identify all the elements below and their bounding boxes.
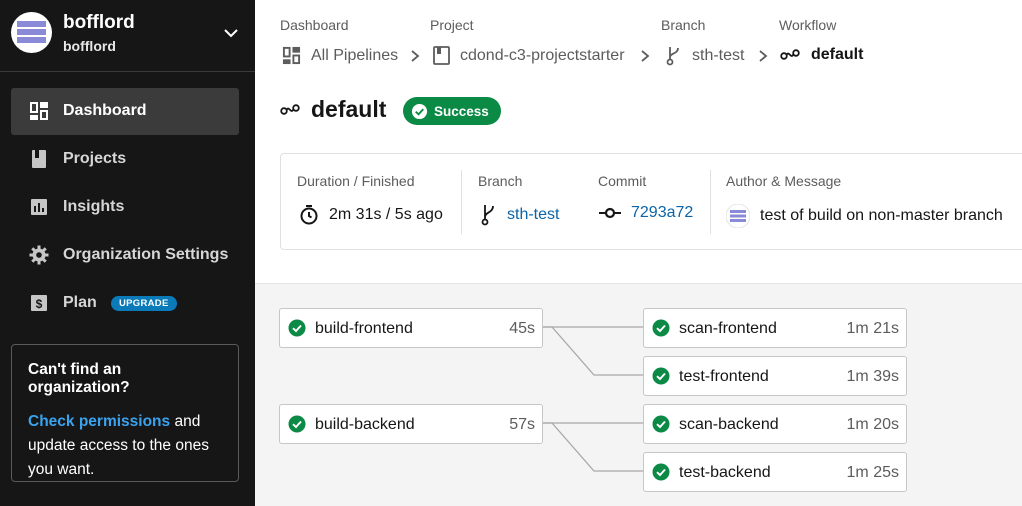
breadcrumb-branch[interactable]: sth-test (666, 46, 744, 66)
org-help-box: Can't find an organization? Check permis… (11, 344, 239, 482)
branch-value: sth-test (481, 204, 559, 226)
upgrade-badge[interactable]: UPGRADE (111, 296, 177, 311)
duration-label: Duration / Finished (297, 173, 415, 189)
check-permissions-link[interactable]: Check permissions (28, 413, 170, 430)
status-badge: Success (403, 97, 501, 125)
chevron-right-icon (641, 50, 650, 62)
breadcrumb-item-label: All Pipelines (311, 46, 399, 64)
job-duration: 1m 25s (846, 464, 899, 481)
commit-section: Commit 7293a72 (581, 154, 711, 249)
job-test-backend[interactable]: test-backend 1m 25s (643, 452, 907, 492)
job-duration: 1m 21s (846, 320, 899, 337)
org-switcher[interactable]: bofflord bofflord (0, 0, 255, 72)
check-circle-icon (652, 319, 670, 337)
breadcrumb-workflow: default (780, 46, 863, 64)
job-name: scan-backend (679, 416, 779, 433)
workflow-icon (280, 103, 300, 115)
breadcrumb-project[interactable]: cdond-c3-projectstarter (433, 46, 625, 65)
breadcrumb-item-label: cdond-c3-projectstarter (460, 46, 625, 64)
workflow-graph: build-frontend 45s build-backend 57s sca… (255, 283, 1022, 506)
org-help-title: Can't find an organization? (28, 361, 130, 396)
job-name: test-frontend (679, 368, 769, 385)
job-name: scan-frontend (679, 320, 777, 337)
check-circle-icon (288, 415, 306, 433)
job-build-backend[interactable]: build-backend 57s (279, 404, 543, 444)
check-circle-icon (652, 463, 670, 481)
job-build-frontend[interactable]: build-frontend 45s (279, 308, 543, 348)
job-duration: 57s (509, 416, 535, 433)
workflow-summary: Duration / Finished 2m 31s / 5s ago Bran… (280, 153, 1022, 250)
avatar (726, 204, 750, 228)
dashboard-icon (30, 102, 48, 120)
sidebar-item-label: Insights (63, 198, 125, 215)
chevron-down-icon[interactable] (222, 24, 240, 42)
dashboard-icon (282, 46, 301, 65)
author-label: Author & Message (726, 173, 842, 189)
org-name: bofflord (63, 12, 135, 33)
sidebar-item-label: Organization Settings (63, 246, 229, 263)
gear-icon (29, 245, 49, 265)
workflow-title: default (311, 96, 387, 122)
insights-icon (31, 199, 47, 215)
sidebar: bofflord bofflord Dashboard Projects Ins… (0, 0, 255, 506)
duration-text: 2m 31s / 5s ago (329, 205, 443, 223)
author-value: test of build on non-master branch (726, 204, 1003, 228)
branch-icon (481, 205, 494, 226)
sidebar-item-label: Dashboard (63, 102, 147, 119)
sidebar-item-dashboard[interactable]: Dashboard (11, 88, 239, 135)
org-help-text: Check permissions and update access to t… (28, 410, 222, 482)
sidebar-item-label: Plan (63, 294, 97, 311)
branch-label: Branch (478, 173, 523, 189)
branch-section: Branch sth-test (462, 154, 580, 249)
job-duration: 1m 39s (846, 368, 899, 385)
breadcrumb-all-pipelines[interactable]: All Pipelines (282, 46, 398, 65)
svg-text:$: $ (36, 297, 43, 311)
workflow-icon (780, 49, 800, 60)
org-avatar (11, 12, 52, 53)
commit-label: Commit (598, 173, 647, 189)
chevron-right-icon (411, 50, 420, 62)
job-scan-frontend[interactable]: scan-frontend 1m 21s (643, 308, 907, 348)
duration-value: 2m 31s / 5s ago (299, 204, 443, 225)
job-duration: 1m 20s (846, 416, 899, 433)
author-section: Author & Message test of build on non-ma… (711, 154, 1022, 249)
status-text: Success (434, 103, 489, 119)
commit-icon (599, 207, 621, 219)
projects-icon (32, 150, 46, 168)
job-name: build-backend (315, 416, 415, 433)
breadcrumb-item-label: sth-test (692, 47, 745, 64)
sidebar-item-organization-settings[interactable]: Organization Settings (11, 232, 239, 279)
plan-icon: $ (31, 295, 47, 311)
check-circle-icon (288, 319, 306, 337)
check-circle-icon (652, 367, 670, 385)
sidebar-item-label: Projects (63, 150, 127, 167)
page-title: default (280, 96, 386, 123)
commit-message: test of build on non-master branch (760, 207, 1003, 224)
sidebar-item-insights[interactable]: Insights (11, 184, 239, 231)
stopwatch-icon (300, 205, 318, 225)
branch-icon (666, 47, 679, 66)
job-scan-backend[interactable]: scan-backend 1m 20s (643, 404, 907, 444)
chevron-right-icon (759, 50, 768, 62)
breadcrumb-label-dashboard: Dashboard (280, 17, 349, 33)
sidebar-item-plan[interactable]: $ Plan UPGRADE (11, 280, 239, 327)
job-name: build-frontend (315, 320, 413, 337)
commit-value: 7293a72 (599, 204, 693, 222)
commit-link[interactable]: 7293a72 (631, 204, 693, 222)
check-circle-icon (652, 415, 670, 433)
sidebar-item-projects[interactable]: Projects (11, 136, 239, 183)
breadcrumb-label-project: Project (430, 17, 474, 33)
job-test-frontend[interactable]: test-frontend 1m 39s (643, 356, 907, 396)
projects-icon (433, 46, 450, 65)
org-subname: bofflord (63, 38, 116, 54)
job-name: test-backend (679, 464, 771, 481)
check-circle-icon (411, 103, 428, 119)
duration-section: Duration / Finished 2m 31s / 5s ago (281, 154, 461, 249)
breadcrumb-label-branch: Branch (661, 17, 706, 33)
branch-link[interactable]: sth-test (507, 206, 559, 224)
breadcrumb-label-workflow: Workflow (779, 17, 837, 33)
job-duration: 45s (509, 320, 535, 337)
breadcrumb-item-label: default (811, 46, 864, 63)
